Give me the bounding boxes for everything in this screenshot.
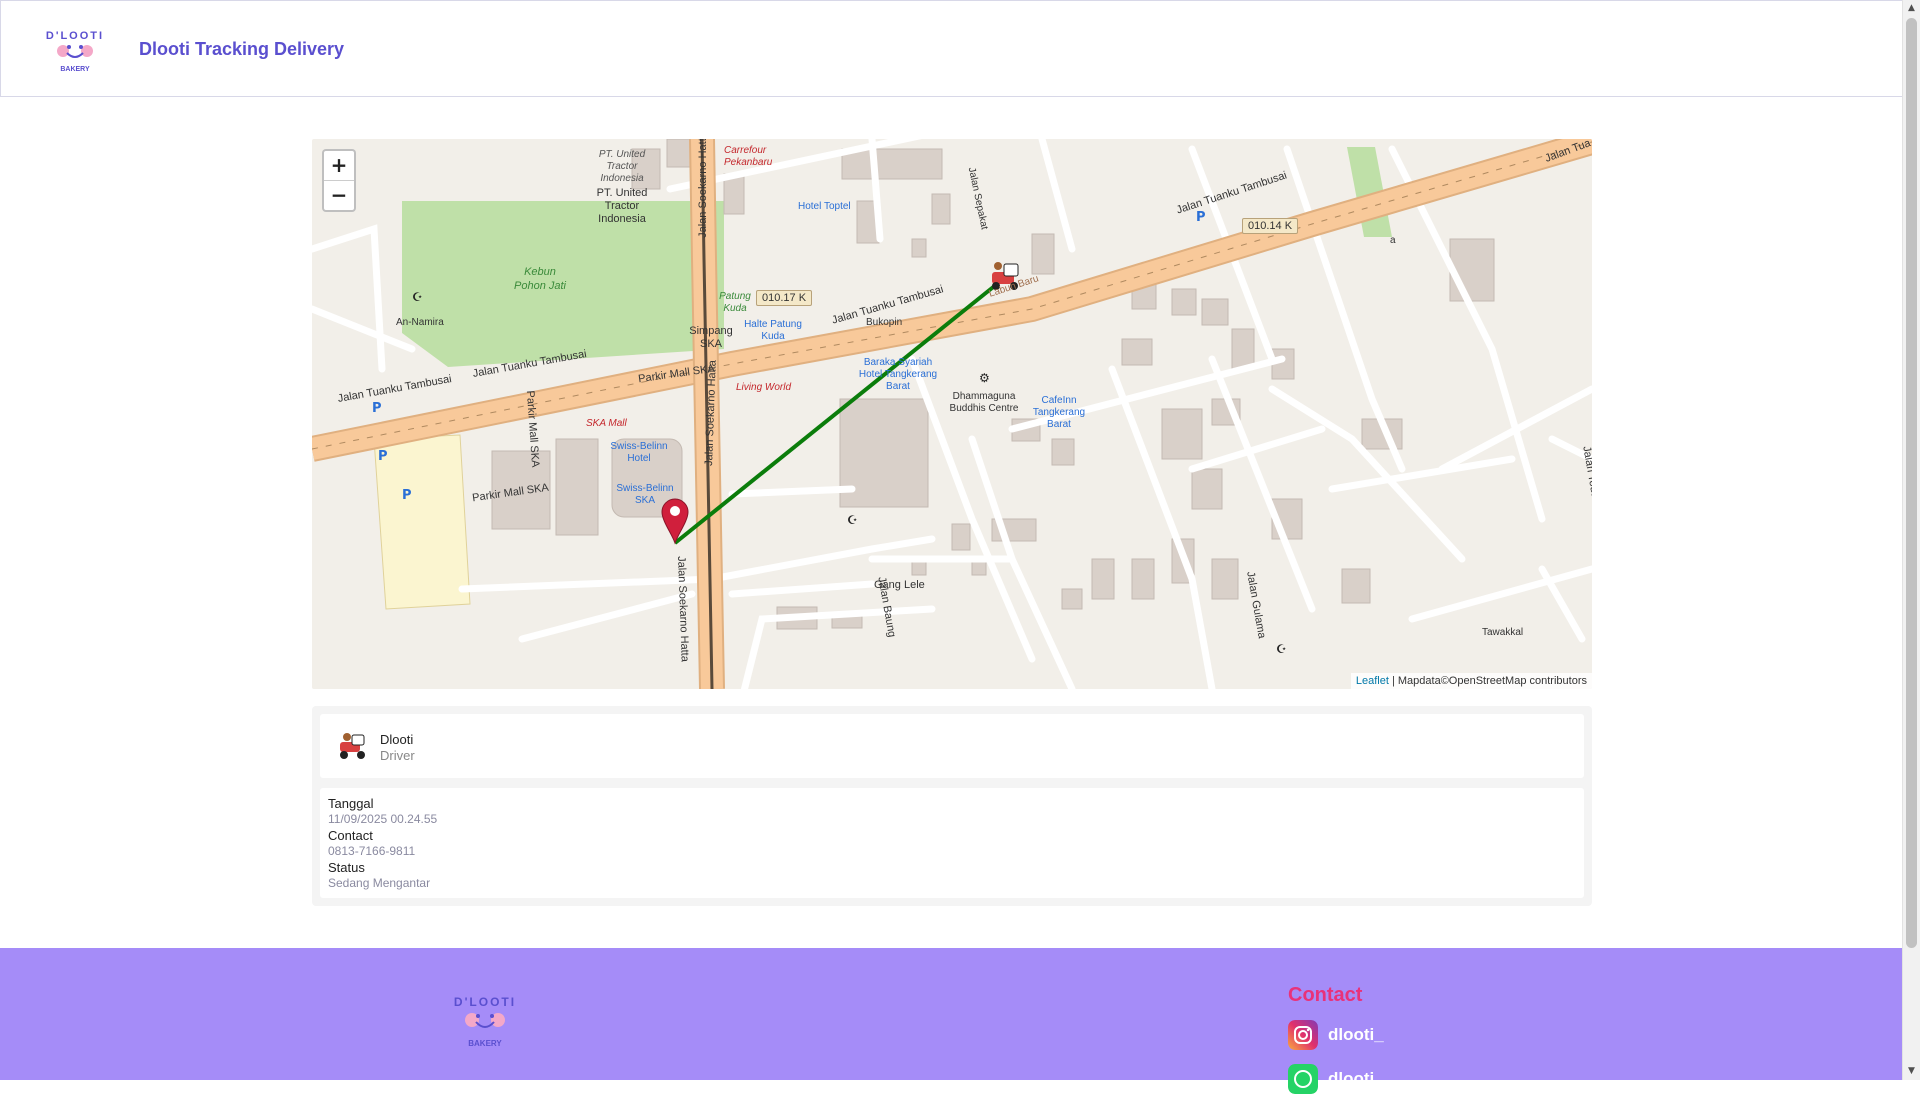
- map-label: PT. United Tractor Indonesia: [596, 187, 648, 225]
- map-label: Simpang SKA: [689, 325, 733, 350]
- map-label: Swiss-Belinn SKA: [616, 483, 674, 506]
- leaflet-link[interactable]: Leaflet: [1356, 675, 1389, 687]
- delivery-details: Tanggal 11/09/2025 00.24.55 Contact 0813…: [320, 788, 1584, 898]
- whatsapp-handle: dlooti: [1328, 1069, 1375, 1088]
- map-label: Baraka Syariah Hotel Tangkerang Barat: [858, 357, 938, 392]
- attribution-text: | Mapdata©OpenStreetMap contributors: [1388, 675, 1587, 687]
- svg-text:BAKERY: BAKERY: [60, 66, 90, 73]
- vertical-scrollbar[interactable]: ▲ ▼: [1902, 0, 1920, 1080]
- map-label: An-Namira: [396, 317, 444, 328]
- status-value: Sedang Mengantar: [328, 876, 431, 890]
- zoom-control: + −: [322, 149, 356, 212]
- svg-text:☪: ☪: [412, 290, 423, 304]
- map-label: Patung Kuda: [719, 291, 751, 314]
- delivery-map[interactable]: ☪ ☪ ☪ ⚙ P P P P + − PT. United Tractor I…: [312, 139, 1592, 689]
- footer-logo-text: D'LOOTI: [454, 995, 516, 1009]
- instagram-handle: dlooti_: [1328, 1025, 1384, 1044]
- map-label: Halte Patung Kuda: [744, 319, 802, 342]
- delivery-info-card: Dlooti Driver Tanggal 11/09/2025 00.24.5…: [312, 706, 1592, 906]
- svg-text:☪: ☪: [847, 513, 858, 527]
- instagram-icon: [1288, 1020, 1318, 1050]
- map-label: SKA Mall: [586, 418, 627, 429]
- site-footer: D'LOOTI BAKERY Contact dlooti_ dlooti: [0, 948, 1903, 1094]
- scroll-down-icon[interactable]: ▼: [1903, 1063, 1920, 1080]
- svg-text:⚙: ⚙: [979, 371, 990, 385]
- map-label: PT. United Tractor Indonesia: [598, 149, 646, 184]
- svg-text:D'LOOTI: D'LOOTI: [46, 30, 104, 42]
- date-value: 11/09/2025 00.24.55: [328, 812, 438, 826]
- driver-role: Driver: [380, 748, 415, 763]
- contact-title: Contact: [1288, 984, 1363, 1006]
- map-label: Tawakkal: [1482, 627, 1524, 638]
- site-header: D'LOOTI BAKERY Dlooti Tracking Delivery: [0, 0, 1903, 97]
- svg-text:P: P: [402, 488, 412, 503]
- instagram-link[interactable]: dlooti_: [1288, 1020, 1384, 1050]
- svg-text:P: P: [1196, 210, 1206, 225]
- map-label: a: [1390, 235, 1396, 246]
- map-label: Kebun Pohon Jati: [514, 266, 566, 292]
- footer-logo-sub: BAKERY: [468, 1039, 502, 1048]
- zoom-in-button[interactable]: +: [324, 151, 354, 181]
- map-label: Dhammaguna Buddhis Centre: [949, 391, 1019, 414]
- dlooti-logo[interactable]: D'LOOTI BAKERY: [35, 21, 115, 77]
- driver-name: Dlooti: [380, 732, 414, 747]
- date-label: Tanggal: [328, 796, 374, 811]
- contact-label: Contact: [328, 828, 373, 843]
- dlooti-logo[interactable]: D'LOOTI BAKERY: [440, 986, 530, 1052]
- status-label: Status: [328, 860, 365, 875]
- svg-text:P: P: [378, 449, 388, 464]
- whatsapp-icon: [1288, 1064, 1318, 1094]
- map-label: CafeInn Tangkerang Barat: [1032, 395, 1086, 430]
- delivery-scooter-icon: [340, 733, 365, 759]
- svg-text:P: P: [372, 401, 382, 416]
- scroll-up-icon[interactable]: ▲: [1903, 0, 1920, 17]
- map-label: Swiss-Belinn Hotel: [610, 441, 668, 464]
- scrollbar-thumb[interactable]: [1906, 18, 1917, 948]
- map-label: Carrefour Pekanbaru: [724, 145, 773, 168]
- map-label: Bukopin: [866, 317, 903, 328]
- map-label: Hotel Toptel: [798, 201, 851, 212]
- map-label: Living World: [736, 382, 792, 393]
- map-label: Jalan Soekarno Hatta: [696, 139, 709, 238]
- svg-text:☪: ☪: [1276, 642, 1287, 656]
- road-badge: 010.14 K: [1242, 218, 1299, 234]
- page-title: Dlooti Tracking Delivery: [139, 39, 345, 59]
- map-attribution: Leaflet | Mapdata©OpenStreetMap contribu…: [1350, 673, 1592, 689]
- road-badge: 010.17 K: [756, 290, 813, 306]
- contact-value: 0813-7166-9811: [328, 844, 416, 858]
- driver-row: Dlooti Driver: [320, 714, 1584, 778]
- zoom-out-button[interactable]: −: [324, 181, 354, 210]
- whatsapp-link[interactable]: dlooti: [1288, 1064, 1374, 1094]
